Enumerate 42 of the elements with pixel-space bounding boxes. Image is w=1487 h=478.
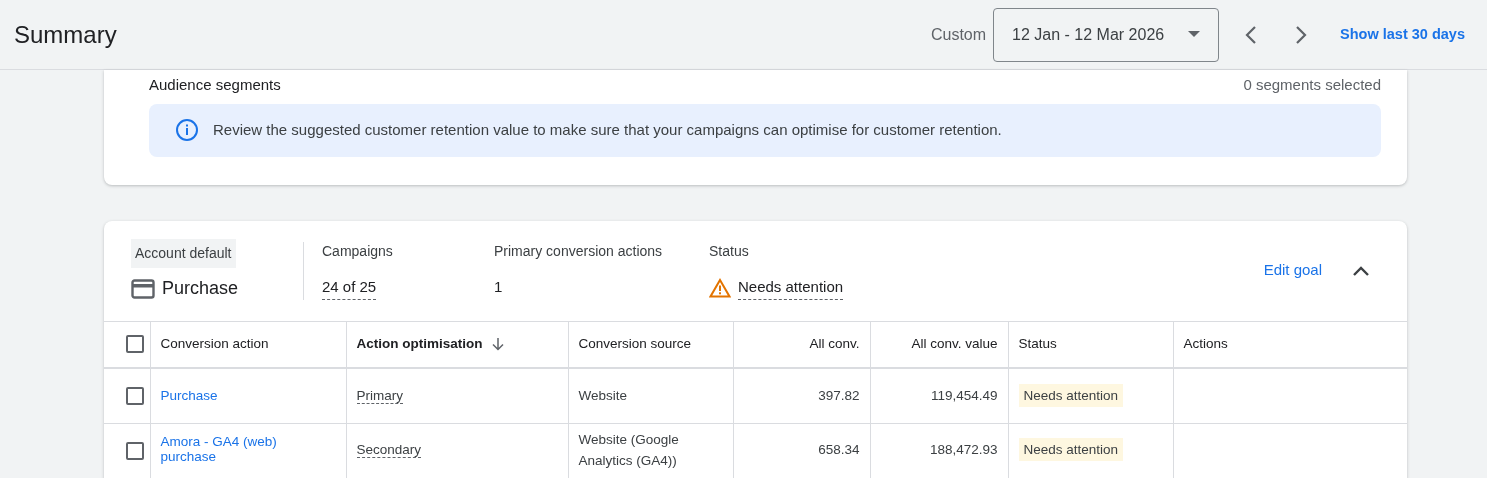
column-header[interactable]: Conversion action	[150, 321, 346, 368]
date-range-dropdown[interactable]: 12 Jan - 12 Mar 2026	[993, 7, 1220, 62]
checkbox[interactable]	[126, 335, 144, 354]
chevron-left-icon	[1244, 25, 1259, 46]
segments-count: 0 segments selected	[1243, 74, 1381, 95]
sort-down-icon	[492, 338, 505, 352]
info-icon	[175, 118, 199, 142]
conversion-action-link[interactable]: Purchase	[160, 387, 218, 404]
status-value[interactable]: Needs attention	[738, 276, 844, 300]
campaigns-value[interactable]: 24 of 25	[322, 276, 377, 300]
chevron-right-icon	[1294, 25, 1309, 46]
goal-name: Purchase	[162, 277, 239, 300]
checkbox[interactable]	[126, 386, 144, 405]
column-header[interactable]: All conv. value	[870, 321, 1008, 368]
status-tag: Needs attention	[1018, 383, 1124, 407]
warning-icon	[709, 278, 731, 298]
credit-card-icon	[131, 278, 155, 299]
page-title: Summary	[14, 19, 117, 50]
column-header[interactable]: Conversion source	[568, 321, 733, 368]
checkbox[interactable]	[126, 441, 144, 460]
show-last-30-days-link[interactable]: Show last 30 days	[1340, 23, 1465, 46]
chevron-up-icon	[1352, 265, 1370, 278]
stat-label: Primary conversion actions	[494, 243, 663, 260]
optimisation-value[interactable]: Secondary	[356, 442, 422, 459]
column-header[interactable]: All conv.	[733, 321, 870, 368]
info-message: Review the suggested customer retention value to make sure that your campaigns can optimise for customer retention.	[213, 119, 1002, 140]
dropdown-caret-icon	[1188, 31, 1201, 38]
edit-goal-link[interactable]: Edit goal	[1263, 259, 1322, 282]
optimisation-value[interactable]: Primary	[356, 387, 403, 404]
stat-value: 1	[494, 277, 503, 298]
table-cell: 397.82	[733, 368, 870, 423]
stat-label: Campaigns	[322, 243, 393, 260]
column-header[interactable]: Status	[1008, 321, 1173, 368]
column-header[interactable]: Actions	[1173, 321, 1407, 368]
account-default-tag: Account default	[131, 239, 236, 268]
column-header[interactable]: Action optimisation	[346, 321, 568, 368]
status-tag: Needs attention	[1018, 438, 1124, 462]
table-cell: 119,454.49	[870, 368, 1008, 423]
section-label: Audience segments	[149, 74, 281, 95]
stat-label: Status	[709, 243, 749, 260]
table-cell: Website	[568, 368, 733, 423]
range-label: Custom	[930, 24, 987, 45]
